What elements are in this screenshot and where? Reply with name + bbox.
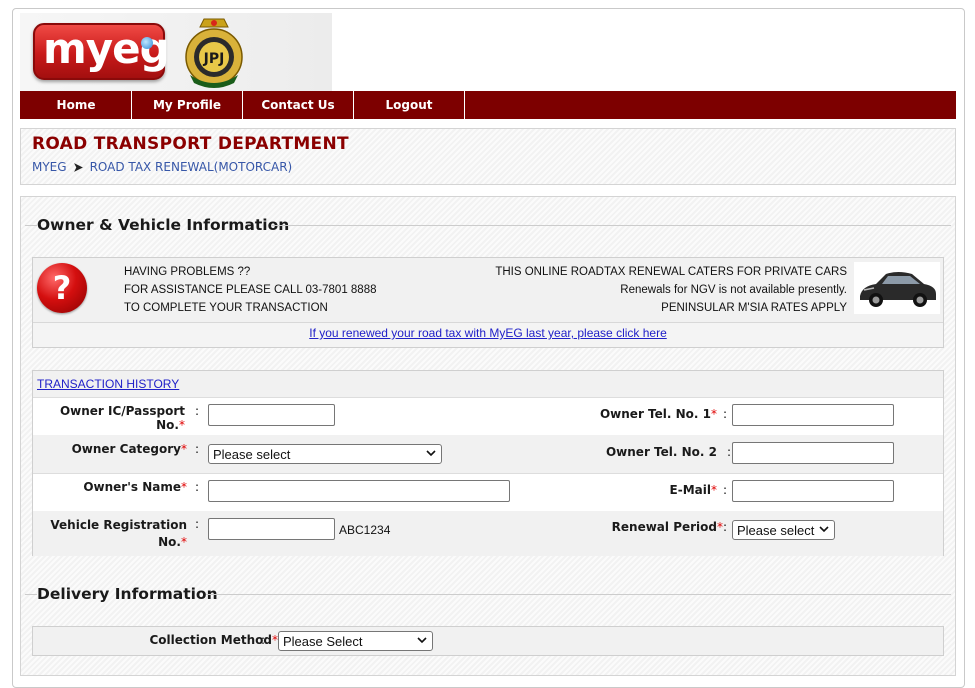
email-label: E-Mail* (593, 483, 717, 497)
question-icon: ? (37, 263, 87, 313)
vehicle-label: Vehicle Registration No.* (39, 517, 187, 551)
car-icon (854, 262, 940, 314)
delivery-form: Collection Method* : Please Select (32, 626, 944, 656)
required-mark: * (181, 442, 187, 456)
ic-label: Owner IC/Passport No.* (39, 404, 185, 432)
owner-section-title: Owner & Vehicle Information (37, 216, 290, 234)
owner-legend-rule (271, 225, 951, 226)
chevron-down-icon (819, 526, 829, 533)
colon: : (727, 445, 732, 459)
owner-section-legend: Owner & Vehicle Information (25, 213, 289, 237)
colon: : (261, 633, 266, 647)
vehicle-label-line1: Vehicle Registration (50, 518, 187, 532)
delivery-legend-rule (206, 594, 951, 595)
form-row-vehicle: Vehicle Registration No.* : ABC1234 Rene… (33, 511, 943, 556)
required-mark: * (711, 483, 717, 497)
help-line: FOR ASSISTANCE PLEASE CALL 03-7801 8888 (124, 284, 377, 296)
logo-globe-icon (141, 37, 153, 49)
period-label-text: Renewal Period (611, 520, 717, 534)
name-label-text: Owner's Name (83, 480, 181, 494)
colon: : (723, 520, 728, 534)
collection-method-select[interactable]: Please Select (278, 631, 433, 651)
required-mark: * (711, 407, 717, 421)
jpj-emblem-icon: JPJ (185, 18, 243, 88)
colon: : (195, 517, 200, 531)
renewal-period-select[interactable]: Please select (732, 520, 835, 540)
breadcrumb-arrow-icon (73, 162, 83, 172)
owner-category-value: Please select (213, 446, 291, 462)
breadcrumb-myeg[interactable]: MYEG (32, 160, 67, 174)
colon: : (195, 404, 200, 418)
colon: : (195, 442, 200, 456)
nav-home[interactable]: Home (20, 91, 132, 119)
logo-text: myeg (43, 24, 170, 73)
required-mark: * (181, 535, 187, 549)
tel2-label: Owner Tel. No. 2 (605, 445, 717, 459)
transaction-history-link[interactable]: TRANSACTION HISTORY (37, 377, 179, 391)
nav-contact-us[interactable]: Contact Us (243, 91, 354, 119)
email-label-text: E-Mail (669, 483, 711, 497)
tel1-label: Owner Tel. No. 1* (553, 407, 717, 421)
site-header: myeg JPJ (20, 13, 332, 91)
renew-last-year-link[interactable]: If you renewed your road tax with MyEG l… (33, 326, 943, 340)
tel2-input[interactable] (732, 442, 894, 464)
tel1-label-text: Owner Tel. No. 1 (599, 407, 711, 421)
ic-label-text: Owner IC/Passport No. (59, 404, 185, 432)
help-line: TO COMPLETE YOUR TRANSACTION (124, 302, 328, 314)
title-panel: ROAD TRANSPORT DEPARTMENT MYEG ROAD TAX … (20, 128, 956, 185)
help-line: HAVING PROBLEMS ?? (124, 266, 251, 278)
name-label: Owner's Name* (39, 480, 187, 494)
category-label-text: Owner Category (71, 442, 181, 456)
vehicle-label-line2: No. (158, 535, 181, 549)
vehicle-format-hint: ABC1234 (339, 523, 391, 537)
collection-method-value: Please Select (283, 633, 363, 649)
form-row-name: Owner's Name* : E-Mail* : (33, 473, 943, 512)
collection-label: Collection Method* (103, 633, 278, 647)
breadcrumb-road-tax[interactable]: ROAD TAX RENEWAL(MOTORCAR) (90, 160, 293, 174)
tel1-input[interactable] (732, 404, 894, 426)
help-text: HAVING PROBLEMS ?? FOR ASSISTANCE PLEASE… (124, 263, 377, 317)
form-row-category: Owner Category* : Please select Owner Te… (33, 435, 943, 474)
required-mark: * (181, 480, 187, 494)
chevron-down-icon (426, 450, 436, 457)
colon: : (723, 483, 728, 497)
nav-logout[interactable]: Logout (354, 91, 465, 119)
promo-line: PENINSULAR M'SIA RATES APPLY (661, 302, 847, 314)
period-label: Renewal Period* (593, 520, 723, 534)
chevron-down-icon (417, 637, 427, 644)
info-top: ? HAVING PROBLEMS ?? FOR ASSISTANCE PLEA… (33, 258, 943, 323)
delivery-section-legend: Delivery Information (25, 582, 218, 606)
owner-form: TRANSACTION HISTORY Owner IC/Passport No… (32, 370, 944, 556)
email-input[interactable] (732, 480, 894, 502)
emblem-text: JPJ (203, 51, 225, 67)
vehicle-registration-input[interactable] (208, 518, 335, 540)
myeg-logo[interactable]: myeg (33, 23, 170, 80)
category-label: Owner Category* (39, 442, 187, 456)
delivery-section-title: Delivery Information (37, 585, 218, 603)
ic-passport-input[interactable] (208, 404, 335, 426)
promo-line: Renewals for NGV is not available presen… (620, 284, 847, 296)
collection-label-text: Collection Method (149, 633, 272, 647)
info-box: ? HAVING PROBLEMS ?? FOR ASSISTANCE PLEA… (32, 257, 944, 348)
owner-name-input[interactable] (208, 480, 510, 502)
colon: : (195, 480, 200, 494)
promo-text: THIS ONLINE ROADTAX RENEWAL CATERS FOR P… (495, 263, 847, 317)
history-row: TRANSACTION HISTORY (33, 371, 943, 398)
main-nav: Home My Profile Contact Us Logout (20, 91, 956, 119)
required-mark: * (179, 418, 185, 432)
page-title: ROAD TRANSPORT DEPARTMENT (32, 134, 349, 154)
nav-my-profile[interactable]: My Profile (132, 91, 243, 119)
renewal-period-value: Please select (737, 522, 815, 538)
breadcrumb: MYEG ROAD TAX RENEWAL(MOTORCAR) (32, 160, 292, 174)
promo-line: THIS ONLINE ROADTAX RENEWAL CATERS FOR P… (495, 266, 847, 278)
owner-category-select[interactable]: Please select (208, 444, 442, 464)
form-row-ic: Owner IC/Passport No.* : Owner Tel. No. … (33, 397, 943, 436)
colon: : (723, 407, 728, 421)
